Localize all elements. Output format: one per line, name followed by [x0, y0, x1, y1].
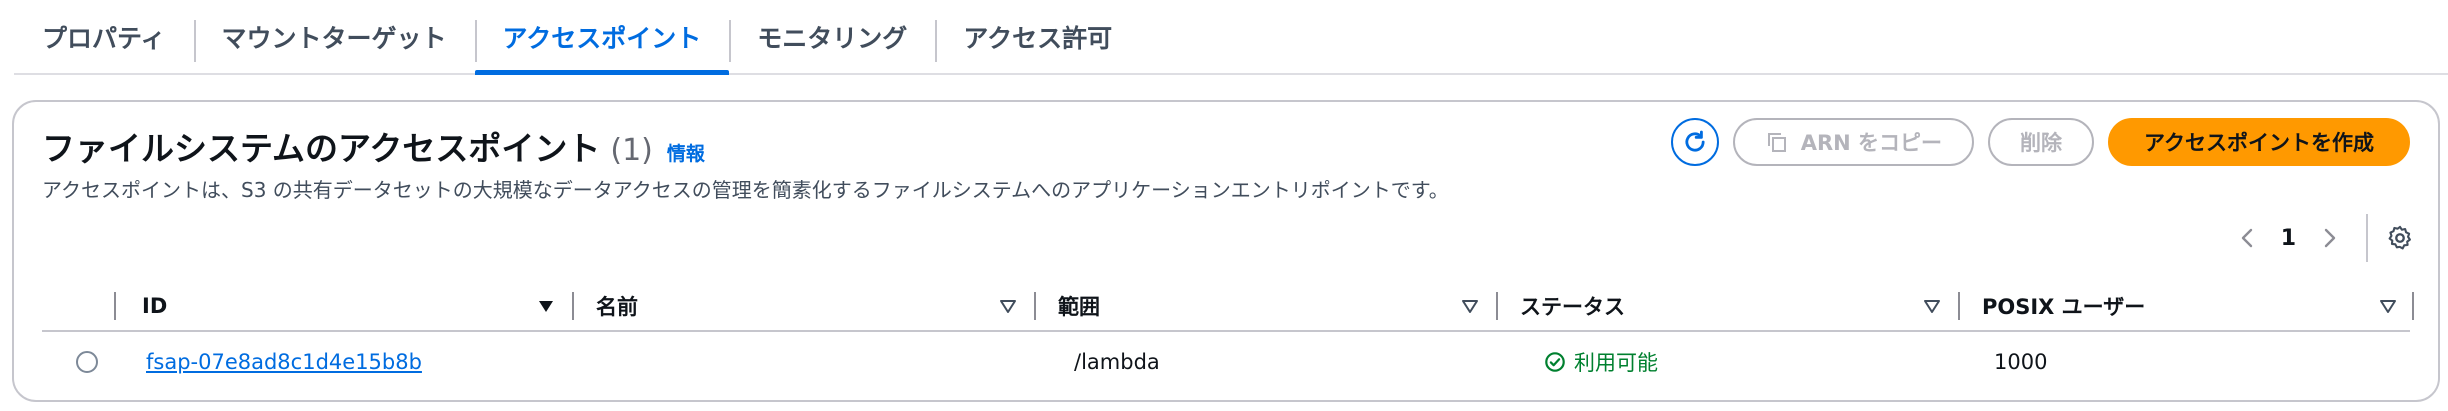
column-separator [2412, 292, 2414, 320]
status-text: 利用可能 [1574, 351, 1658, 375]
item-count: (1) [610, 133, 653, 168]
column-separator[interactable] [1958, 292, 1960, 320]
tab-access-points[interactable]: アクセスポイント [474, 0, 730, 75]
gear-icon [2388, 225, 2411, 250]
sort-descending-icon[interactable] [536, 296, 556, 316]
column-header-id[interactable]: ID [142, 282, 167, 330]
copy-icon [1767, 133, 1786, 152]
prev-page-button[interactable] [2229, 220, 2265, 256]
tab-properties[interactable]: プロパティ [14, 0, 194, 73]
cell-scope: /lambda [1074, 350, 1160, 374]
refresh-button[interactable] [1670, 118, 1719, 166]
table-row[interactable]: fsap-07e8ad8c1d4e15b8b /lambda 利用可能 1000 [42, 332, 2410, 392]
panel-header: ファイルシステムのアクセスポイント (1) 情報 [42, 122, 705, 170]
column-separator[interactable] [572, 292, 574, 320]
delete-label: 削除 [2020, 131, 2063, 155]
tab-bar: プロパティ マウントターゲット アクセスポイント モニタリング アクセス許可 [14, 0, 2448, 75]
sort-icon[interactable] [1460, 296, 1480, 316]
tab-monitoring[interactable]: モニタリング [729, 0, 935, 73]
column-header-posix-user[interactable]: POSIX ユーザー [1982, 282, 2145, 330]
access-points-table: ID 名前 範囲 ステータス POSIX ユーザー fsap-07e8ad8c1… [14, 282, 2438, 392]
page-title: ファイルシステムのアクセスポイント [42, 129, 601, 168]
create-access-point-button[interactable]: アクセスポイントを作成 [2108, 118, 2410, 166]
copy-arn-button[interactable]: ARN をコピー [1732, 118, 1975, 166]
chevron-right-icon [2324, 228, 2336, 248]
column-header-scope[interactable]: 範囲 [1058, 282, 1100, 330]
column-header-status[interactable]: ステータス [1520, 282, 1625, 330]
header-actions: ARN をコピー 削除 アクセスポイントを作成 [1670, 118, 2410, 166]
table-settings-button[interactable] [2382, 220, 2418, 256]
next-page-button[interactable] [2312, 220, 2348, 256]
column-separator[interactable] [1496, 292, 1498, 320]
sort-icon[interactable] [2378, 296, 2398, 316]
copy-arn-label: ARN をコピー [1800, 131, 1943, 155]
column-separator[interactable] [1034, 292, 1036, 320]
row-select-radio[interactable] [76, 351, 98, 373]
check-circle-icon [1545, 352, 1565, 372]
tab-mount-targets[interactable]: マウントターゲット [193, 0, 475, 73]
chevron-left-icon [2241, 228, 2252, 248]
panel-description: アクセスポイントは、S3 の共有データセットの大規模なデータアクセスの管理を簡素… [42, 178, 1449, 202]
delete-button[interactable]: 削除 [1988, 118, 2095, 166]
access-points-panel: ファイルシステムのアクセスポイント (1) 情報 アクセスポイントは、S3 の共… [12, 100, 2440, 402]
status-badge: 利用可能 [1544, 347, 1658, 377]
sort-icon[interactable] [998, 296, 1018, 316]
table-header: ID 名前 範囲 ステータス POSIX ユーザー [42, 282, 2414, 332]
refresh-icon [1685, 130, 1705, 152]
sort-icon[interactable] [1922, 296, 1942, 316]
pagination-divider [2366, 214, 2368, 262]
tab-permissions[interactable]: アクセス許可 [935, 0, 1140, 73]
cell-posix-user: 1000 [1994, 350, 2048, 374]
column-separator [114, 292, 116, 320]
access-point-id-link[interactable]: fsap-07e8ad8c1d4e15b8b [146, 350, 422, 374]
column-header-name[interactable]: 名前 [596, 282, 638, 330]
create-label: アクセスポイントを作成 [2144, 131, 2374, 155]
page-number[interactable]: 1 [2281, 226, 2296, 251]
info-link[interactable]: 情報 [667, 139, 705, 166]
pagination: 1 [2229, 214, 2418, 262]
